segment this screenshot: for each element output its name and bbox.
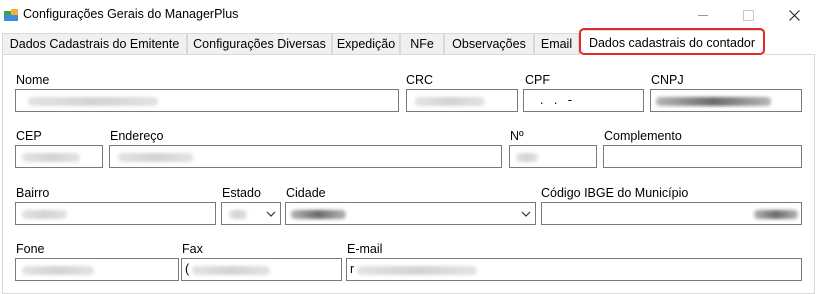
redacted-value (656, 97, 771, 106)
endereco-label: Endereço (110, 129, 164, 143)
tab-panel-contador: Nome CRC CPF . . - CNPJ CEP Endereço Nº … (2, 54, 815, 294)
cpf-input[interactable]: . . - (523, 89, 644, 112)
redacted-value (415, 97, 485, 106)
cep-label: CEP (16, 129, 42, 143)
tab-nfe[interactable]: NFe (400, 33, 444, 54)
tab-expedicao[interactable]: Expedição (332, 33, 400, 54)
tab-label: Observações (452, 37, 526, 51)
cidade-label: Cidade (286, 186, 326, 200)
tab-strip: Dados Cadastrais do Emitente Configuraçõ… (0, 30, 818, 55)
tab-label: Dados cadastrais do contador (588, 36, 756, 50)
bairro-input[interactable] (15, 202, 216, 225)
tab-label: Dados Cadastrais do Emitente (9, 37, 180, 51)
nome-label: Nome (16, 73, 50, 87)
fax-prefix: ( (185, 262, 190, 276)
redacted-value (28, 97, 158, 106)
tab-observacoes[interactable]: Observações (444, 33, 534, 54)
tab-label: Expedição (336, 37, 396, 51)
title-bar: Configurações Gerais do ManagerPlus (0, 0, 818, 30)
redacted-value (291, 210, 346, 219)
window-title: Configurações Gerais do ManagerPlus (23, 7, 239, 21)
maximize-icon (742, 9, 754, 21)
redacted-value (118, 153, 193, 162)
close-icon (788, 9, 800, 21)
cep-input[interactable] (15, 145, 103, 168)
tab-email[interactable]: Email (534, 33, 579, 54)
estado-label: Estado (222, 186, 261, 200)
minimize-icon (698, 14, 708, 16)
maximize-button[interactable] (725, 0, 771, 30)
tab-label: Configurações Diversas (193, 37, 326, 51)
cpf-label: CPF (525, 73, 550, 87)
cnpj-input[interactable] (650, 89, 802, 112)
redacted-value (22, 266, 94, 275)
endereco-input[interactable] (109, 145, 502, 168)
close-button[interactable] (771, 0, 817, 30)
codigo-ibge-label: Código IBGE do Município (541, 186, 689, 200)
bairro-label: Bairro (16, 186, 50, 200)
numero-label: Nº (510, 129, 524, 143)
crc-label: CRC (406, 73, 434, 87)
fone-label: Fone (16, 242, 45, 256)
tab-dados-cadastrais-emitente[interactable]: Dados Cadastrais do Emitente (2, 33, 187, 54)
minimize-button[interactable] (680, 0, 726, 30)
fax-input[interactable]: ( (181, 258, 342, 281)
cidade-select[interactable] (285, 202, 536, 225)
tab-label: Email (540, 37, 573, 51)
redacted-value (357, 266, 477, 275)
redacted-value (192, 266, 270, 275)
tab-label: NFe (410, 37, 434, 51)
chevron-down-icon (266, 211, 276, 217)
fax-label: Fax (182, 242, 203, 256)
complemento-input[interactable] (603, 145, 802, 168)
redacted-value (516, 153, 538, 162)
numero-input[interactable] (509, 145, 597, 168)
estado-select[interactable] (221, 202, 281, 225)
redacted-value (229, 210, 247, 219)
tab-dados-cadastrais-contador[interactable]: Dados cadastrais do contador (579, 30, 765, 55)
cnpj-label: CNPJ (651, 73, 684, 87)
app-icon (4, 9, 18, 21)
codigo-ibge-input[interactable] (541, 202, 802, 225)
tab-configuracoes-diversas[interactable]: Configurações Diversas (187, 33, 332, 54)
redacted-value (22, 210, 67, 219)
redacted-value (22, 153, 80, 162)
email-input[interactable]: r (346, 258, 802, 281)
nome-input[interactable] (15, 89, 399, 112)
chevron-down-icon (521, 211, 531, 217)
cpf-mask: . . - (540, 93, 572, 107)
fone-input[interactable] (15, 258, 179, 281)
email-label: E-mail (347, 242, 383, 256)
crc-input[interactable] (406, 89, 518, 112)
redacted-value (754, 210, 798, 219)
complemento-label: Complemento (604, 129, 682, 143)
email-prefix: r (350, 262, 355, 276)
